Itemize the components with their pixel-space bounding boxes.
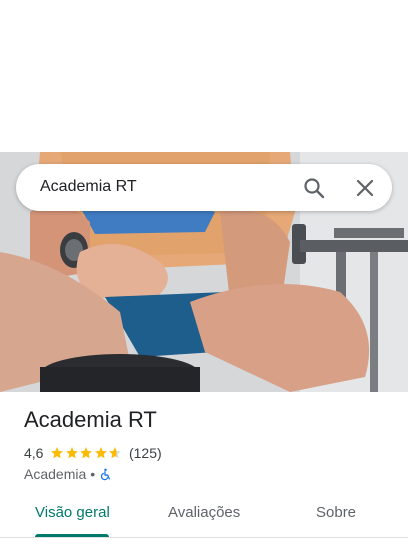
search-bar[interactable]: Academia RT [16, 164, 392, 211]
review-count[interactable]: (125) [129, 445, 162, 461]
star-icon [109, 447, 122, 459]
place-tabs: Visão geral Avaliações Sobre [0, 493, 408, 538]
tab-about[interactable]: Sobre [316, 504, 356, 521]
place-category: Academia [24, 466, 87, 482]
top-blank-area [0, 0, 408, 152]
active-tab-indicator [35, 534, 109, 537]
wheelchair-icon [101, 468, 111, 480]
close-icon[interactable] [353, 176, 377, 200]
search-input[interactable]: Academia RT [40, 178, 137, 196]
category-row: Academia • [24, 465, 112, 483]
star-icon [51, 447, 64, 459]
star-icon [80, 447, 93, 459]
rating-row[interactable]: 4,6 (125) [24, 444, 162, 462]
star-rating [50, 446, 123, 460]
search-icon[interactable] [302, 176, 326, 200]
star-icon [66, 447, 78, 459]
place-title: Academia RT [24, 407, 157, 432]
tab-overview[interactable]: Visão geral [35, 504, 110, 521]
separator: • [90, 466, 96, 482]
tab-reviews[interactable]: Avaliações [168, 504, 240, 521]
star-icon [95, 447, 107, 459]
rating-value: 4,6 [24, 445, 44, 461]
